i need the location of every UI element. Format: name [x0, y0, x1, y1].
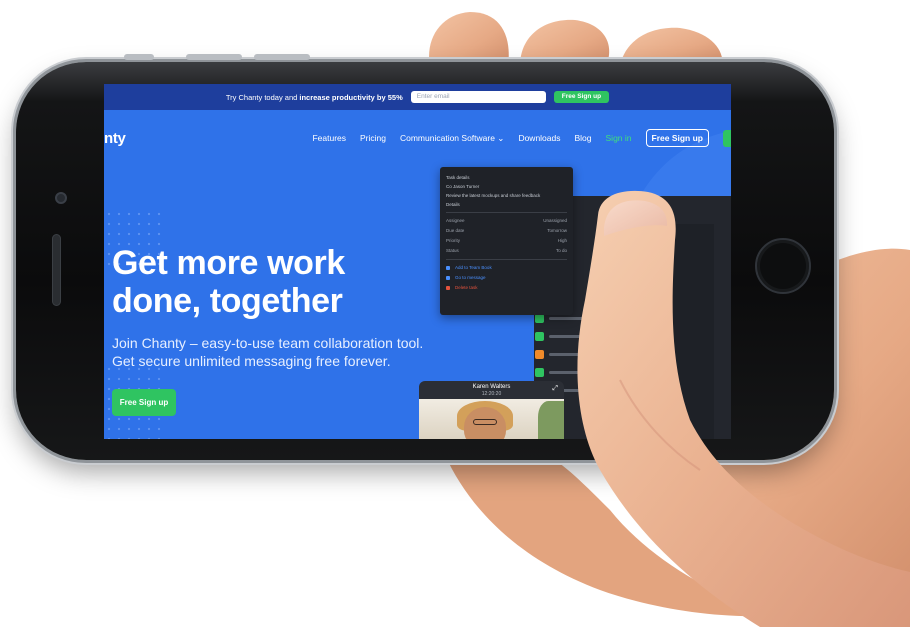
popup-section-title: Details	[446, 202, 460, 207]
list-item-line	[549, 352, 630, 356]
channel-badge	[535, 349, 544, 359]
popup-field-row: Status To do	[446, 246, 567, 256]
channel-badge	[535, 331, 544, 341]
caller-glasses	[473, 419, 497, 425]
hero-title-line: done, together	[112, 282, 343, 320]
nav-downloads[interactable]: Downloads	[518, 133, 560, 143]
nav-features[interactable]: Features	[312, 133, 346, 143]
stage: Try Chanty today and increase productivi…	[0, 0, 910, 627]
hero-title: Get more work done, together	[112, 244, 345, 320]
nav-sign-in[interactable]: Sign in	[606, 133, 632, 143]
expand-icon[interactable]: ⤢	[552, 385, 558, 393]
nav-communication-software[interactable]: Communication Software ⌄	[400, 133, 504, 144]
action-label: Go to message	[455, 275, 486, 280]
book-icon	[446, 266, 450, 270]
app-list-item	[535, 366, 630, 378]
volume-button	[254, 54, 310, 60]
promo-email-input[interactable]: Enter email	[410, 91, 546, 103]
nav-signup-button[interactable]: Free Sign up	[645, 129, 709, 147]
promo-bar: Try Chanty today and increase productivi…	[104, 84, 731, 110]
list-item-line	[549, 316, 630, 320]
chanty-logo[interactable]: nty	[104, 130, 126, 147]
main-nav: Features Pricing Communication Software …	[312, 129, 731, 147]
field-key: Status	[446, 248, 459, 253]
promo-prefix: Try Chanty today and	[225, 92, 300, 102]
list-item-line	[549, 370, 630, 374]
field-key: Assignee	[446, 218, 465, 223]
popup-action-add[interactable]: Add to Team Book	[446, 263, 567, 273]
field-value: Unassigned	[543, 218, 567, 223]
caller-name: Karen Walters	[472, 384, 511, 390]
promo-text: Try Chanty today and increase productivi…	[226, 93, 403, 102]
field-key: Due date	[446, 228, 465, 233]
field-key: Priority	[446, 238, 461, 243]
nav-cut-off-button[interactable]	[723, 129, 731, 147]
action-label: Add to Team Book	[455, 265, 492, 270]
nav-pricing[interactable]: Pricing	[360, 133, 386, 143]
channel-badge	[535, 367, 544, 377]
popup-action-delete[interactable]: Delete task	[446, 283, 567, 293]
field-value: To do	[555, 248, 567, 253]
hero-title-line: Get more work	[112, 244, 345, 282]
popup-field-row: Due date Tomorrow	[446, 226, 567, 236]
volume-button	[186, 54, 242, 60]
field-value: High	[557, 238, 567, 243]
message-icon	[446, 276, 450, 280]
popup-divider	[446, 212, 567, 213]
popup-field-row: Assignee Unassigned	[446, 216, 567, 226]
popup-description: Review the latest mockups and share feed…	[446, 193, 541, 198]
popup-header: Task details	[446, 175, 470, 180]
call-timer: 12:20:20	[481, 391, 502, 397]
popup-divider	[446, 259, 567, 260]
popup-action-goto[interactable]: Go to message	[446, 273, 567, 283]
field-value: Tomorrow	[547, 228, 567, 233]
popup-owner: Co Jason Turner	[446, 184, 480, 189]
mute-switch	[124, 54, 154, 60]
list-item-line	[549, 334, 630, 338]
popup-field-row: Priority High	[446, 236, 567, 246]
hero-subtitle-line: Get secure unlimited messaging free fore…	[112, 353, 391, 369]
front-camera	[55, 192, 67, 204]
trash-icon	[446, 286, 450, 290]
phone-screen: Try Chanty today and increase productivi…	[104, 84, 731, 439]
earpiece-speaker	[52, 234, 61, 306]
app-list-item	[535, 330, 630, 342]
hero-signup-button[interactable]: Free Sign up	[112, 389, 176, 416]
home-button[interactable]	[755, 238, 811, 294]
app-list-item	[535, 348, 630, 360]
nav-blog[interactable]: Blog	[575, 133, 592, 143]
app-sidebar-mock	[624, 224, 714, 439]
video-call-card: Karen Walters 12:20:20 ⤢	[419, 381, 564, 439]
action-label: Delete task	[455, 285, 478, 290]
promo-highlight: increase productivity by 55%	[299, 92, 403, 102]
background-plant	[538, 401, 564, 439]
hero-subtitle: Join Chanty – easy-to-use team collabora…	[112, 334, 423, 370]
promo-signup-button[interactable]: Free Sign up	[553, 91, 610, 103]
hero-subtitle-line: Join Chanty – easy-to-use team collabora…	[112, 335, 424, 351]
task-details-popup: Task details Co Jason Turner Review the …	[440, 167, 573, 315]
